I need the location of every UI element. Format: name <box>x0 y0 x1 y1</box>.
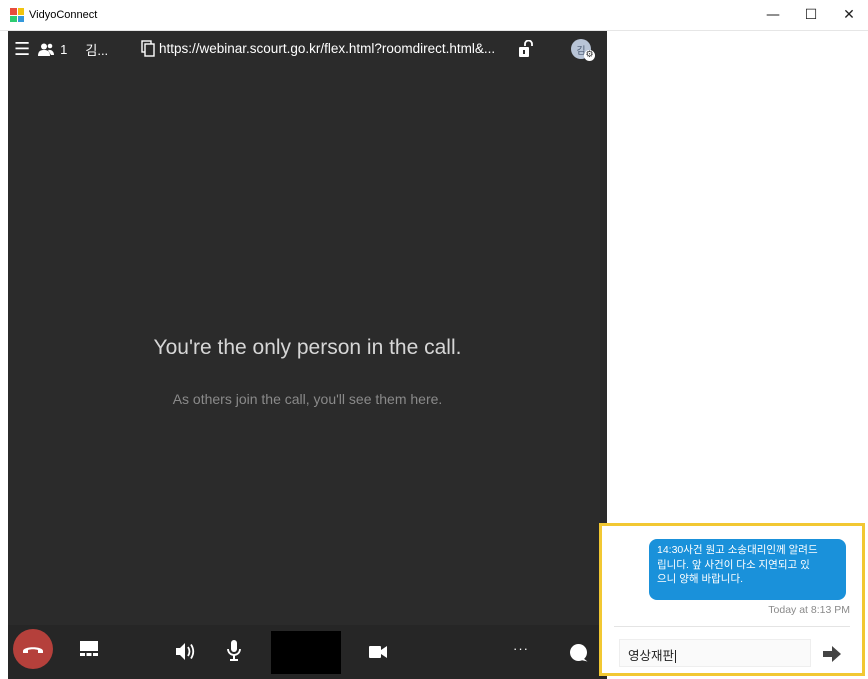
window-titlebar: VidyoConnect — ☐ ✕ <box>0 0 868 31</box>
copy-icon[interactable] <box>141 40 155 57</box>
video-panel: ☰ 1 김... https://webinar.scourt.go.kr/fl… <box>8 31 607 679</box>
lock-open-icon[interactable] <box>518 40 534 58</box>
participant-count: 1 <box>60 41 68 57</box>
participants-button[interactable]: 1 <box>38 42 67 57</box>
empty-call-subtext: As others join the call, you'll see them… <box>172 391 443 407</box>
gear-icon[interactable]: ⚙ <box>584 50 595 61</box>
chat-input-value: 영상재판 <box>628 649 675 663</box>
chat-message-bubble: 14:30사건 원고 소송대리인께 알려드 립니다. 앞 사건이 다소 지연되고… <box>649 539 846 600</box>
speaker-icon[interactable] <box>176 643 196 660</box>
send-arrow-icon[interactable] <box>823 646 841 662</box>
window-title: VidyoConnect <box>29 9 98 21</box>
menu-icon[interactable]: ☰ <box>14 39 30 60</box>
chat-message-line: 립니다. 앞 사건이 다소 지연되고 있 <box>657 558 810 571</box>
hangup-icon <box>23 647 43 653</box>
minimize-button[interactable]: — <box>754 0 792 30</box>
microphone-icon[interactable] <box>227 640 241 661</box>
more-icon[interactable]: ··· <box>513 641 529 656</box>
room-link[interactable]: https://webinar.scourt.go.kr/flex.html?r… <box>141 40 495 57</box>
chat-icon[interactable] <box>569 644 588 662</box>
hangup-button[interactable] <box>13 629 53 669</box>
layout-icon[interactable] <box>80 641 98 656</box>
vidyo-logo-icon <box>10 8 24 22</box>
text-caret <box>675 650 677 664</box>
camera-icon[interactable] <box>369 646 387 658</box>
chat-message-line: 으니 양해 바랍니다. <box>657 573 744 585</box>
chat-input[interactable]: 영상재판 <box>619 639 811 667</box>
chat-panel: 14:30사건 원고 소송대리인께 알려드 립니다. 앞 사건이 다소 지연되고… <box>599 523 865 676</box>
room-url: https://webinar.scourt.go.kr/flex.html?r… <box>159 41 496 56</box>
close-button[interactable]: ✕ <box>830 0 868 30</box>
call-topbar: ☰ 1 김... https://webinar.scourt.go.kr/fl… <box>8 31 607 67</box>
user-name: 김... <box>85 42 109 58</box>
maximize-button[interactable]: ☐ <box>792 0 830 30</box>
chat-divider <box>614 626 850 627</box>
chat-message-time: Today at 8:13 PM <box>768 604 850 616</box>
call-controls-bar: ··· <box>8 625 607 679</box>
self-view-preview <box>271 631 341 674</box>
chat-message-line: 14:30사건 원고 소송대리인께 알려드 <box>657 544 818 556</box>
participants-icon <box>38 43 55 56</box>
empty-call-message: You're the only person in the call. <box>153 336 462 359</box>
